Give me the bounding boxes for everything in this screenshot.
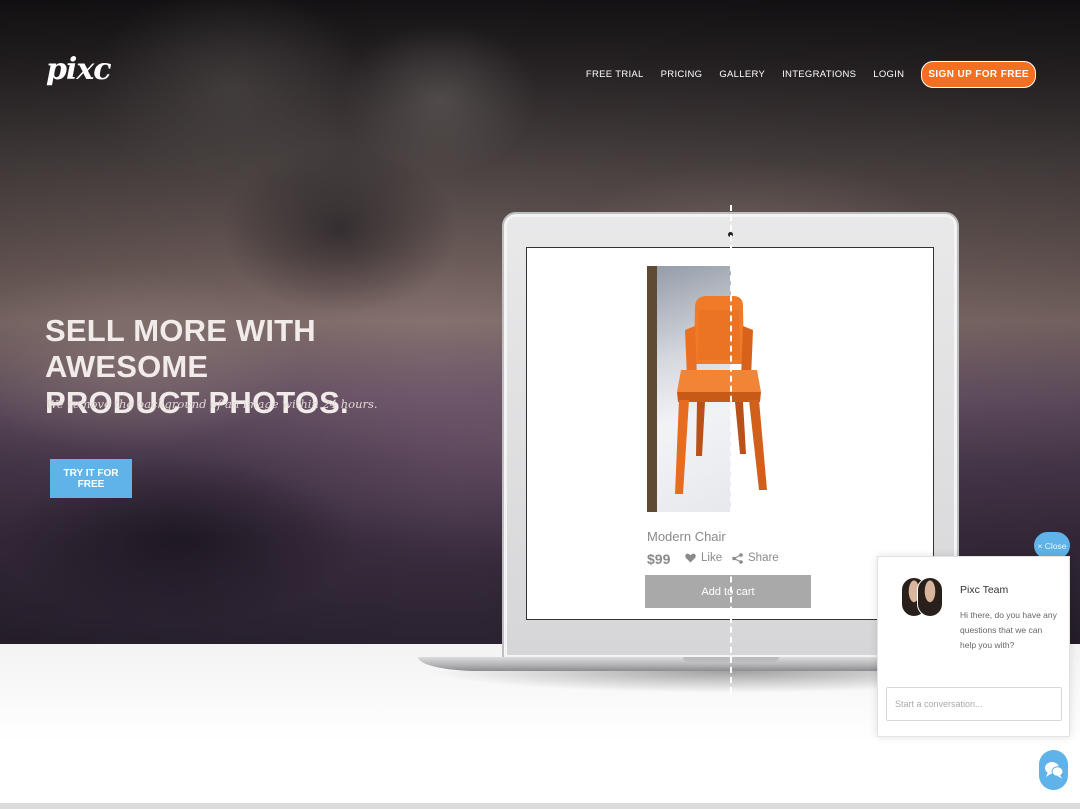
product-photo [647,266,787,512]
orange-chair-image [675,296,767,494]
team-avatars [901,577,945,617]
nav-gallery[interactable]: GALLERY [719,67,765,82]
headline-line-1: SELL MORE WITH AWESOME [45,313,316,384]
page-bottom-border [0,803,1080,809]
signup-button[interactable]: SIGN UP FOR FREE [921,60,1036,88]
share-link[interactable]: Share [732,552,779,564]
nav-login[interactable]: LOGIN [873,67,904,82]
product-price: $99 [647,551,671,567]
nav-pricing[interactable]: PRICING [661,67,703,82]
nav-free-trial[interactable]: FREE TRIAL [586,67,644,82]
avatar [917,577,943,617]
chat-team-name: Pixc Team [960,584,1009,596]
add-to-cart-button[interactable]: Add to cart [645,575,811,608]
nav-integrations[interactable]: INTEGRATIONS [782,67,856,82]
share-icon [732,552,743,564]
try-it-free-button[interactable]: TRY IT FOR FREE [50,459,132,498]
like-label: Like [701,552,723,564]
main-nav: FREE TRIAL PRICING GALLERY INTEGRATIONS … [586,60,1036,88]
heart-icon [685,553,696,563]
chat-launcher-button[interactable] [1039,750,1068,790]
chat-close-button[interactable]: × Close [1034,532,1070,559]
chat-input[interactable] [886,687,1062,721]
hero-subline: We remove the background of an image wit… [46,397,378,411]
chat-welcome-message: Hi there, do you have any questions that… [960,610,1057,650]
like-link[interactable]: Like [685,552,722,564]
share-label: Share [748,552,779,564]
pixc-logo[interactable]: pixc [46,52,112,87]
product-name: Modern Chair [647,529,726,544]
chat-panel: Pixc Team Hi there, do you have any ques… [877,556,1070,737]
chat-bubbles-icon [1044,762,1063,779]
before-after-divider[interactable] [730,205,732,693]
